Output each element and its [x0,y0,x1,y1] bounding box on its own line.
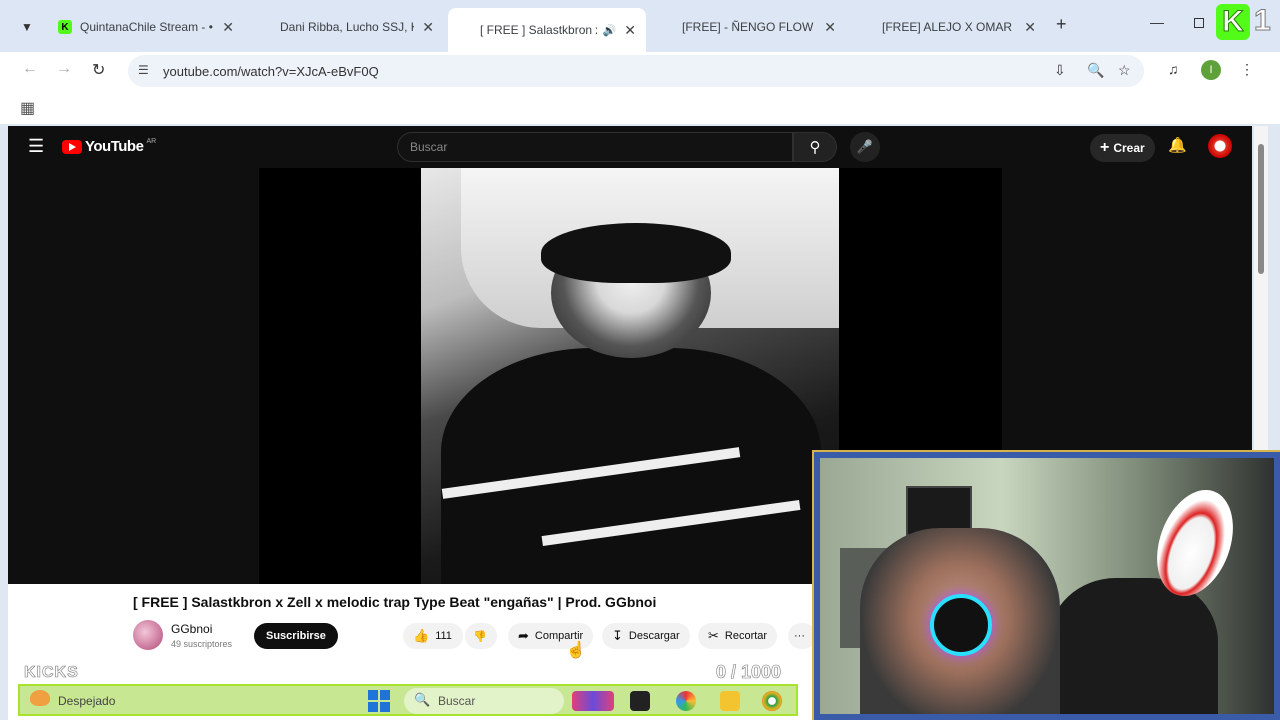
video-frame [421,168,839,584]
profile-avatar[interactable]: I [1201,60,1221,80]
reload-button[interactable]: ↻ [92,60,105,80]
close-icon[interactable]: ✕ [222,19,234,36]
file-explorer-icon[interactable] [720,691,740,711]
hamburger-menu-icon[interactable]: ☰ [28,136,44,157]
task-view-icon[interactable] [630,691,650,711]
youtube-search-input[interactable]: Buscar [397,132,793,162]
windows-taskbar: Despejado 🔍 Buscar [18,684,798,716]
bookmarks-bar: ▦ [0,88,1280,124]
tab-dani-ribba[interactable]: Dani Ribba, Lucho SSJ, Ki ✕ [248,10,444,160]
clip-label: Recortar [724,630,768,642]
search-icon: 🔍 [414,692,431,707]
thumbs-up-icon: 👍 [413,628,430,643]
new-tab-button[interactable]: + [1056,14,1067,35]
minimize-button[interactable]: — [1150,14,1164,30]
tab-strip: ▼ K QuintanaChile Stream - • ✕ Dani Ribb… [0,0,1280,163]
country-code: AR [146,138,157,145]
store-app-icon[interactable] [676,691,696,711]
tab-title: QuintanaChile Stream - • [80,20,213,34]
taskbar-search-placeholder: Buscar [438,694,476,708]
tab-title: [FREE] ALEJO X OMAR C [882,20,1017,34]
tab-search-button[interactable]: ▼ [14,14,40,40]
close-icon[interactable]: ✕ [624,22,636,39]
close-icon[interactable]: ✕ [824,19,836,36]
notifications-bell-icon[interactable]: 🔔 [1168,136,1187,154]
install-icon[interactable]: ⇩ [1054,62,1066,79]
address-bar[interactable]: ☰ youtube.com/watch?v=XJcA-eBvF0Q ⇩ 🔍 ☆ [128,55,1144,87]
dislike-button[interactable]: 👎 [465,623,497,649]
weather-icon[interactable] [30,690,50,706]
youtube-logo[interactable]: YouTube AR [62,138,156,155]
taskbar-search[interactable]: 🔍 Buscar [404,688,564,714]
mic-icon: 🎤 [856,139,874,154]
copilot-app-icon[interactable] [572,691,614,711]
kicks-goal: 0 / 1000 [716,662,782,683]
subscribe-button[interactable]: Suscribirse [254,623,338,649]
kick-logo: K [1216,4,1250,40]
tab-quintanachile[interactable]: K QuintanaChile Stream - • ✕ [48,10,244,44]
subscriber-count: 49 suscriptores [171,639,233,649]
download-button[interactable]: ↧ Descargar [602,623,690,649]
bookmark-star-icon[interactable]: ☆ [1118,62,1131,79]
speaker-icon[interactable]: 🔊 [603,24,617,37]
media-control-icon[interactable]: ♫ [1168,61,1179,77]
maximize-button[interactable] [1194,18,1204,28]
chrome-icon[interactable] [762,691,782,711]
kick-icon: K [58,20,72,34]
voice-search-button[interactable]: 🎤 [850,132,880,162]
back-button[interactable]: ← [22,60,38,78]
gaming-chair [1048,578,1218,714]
menu-icon[interactable]: ⋮ [1240,61,1254,78]
headset-icon [930,594,992,656]
search-icon: ⚲ [809,139,821,156]
more-icon: ··· [794,630,805,642]
tab-title: [ FREE ] Salastkbron x [480,23,597,37]
thumbs-down-icon: 👎 [473,630,487,643]
forward-button[interactable]: → [56,60,72,78]
windows-start-icon[interactable] [368,690,390,712]
kicks-label: KICKS [24,664,79,682]
url-text: youtube.com/watch?v=XJcA-eBvF0Q [163,64,379,79]
more-actions-button[interactable]: ··· [788,623,816,649]
download-icon: ↧ [612,628,623,643]
tab-salastkbron[interactable]: [ FREE ] Salastkbron x 🔊 ✕ [448,8,646,163]
zoom-icon[interactable]: 🔍 [1087,62,1104,79]
youtube-play-icon [62,139,82,154]
search-placeholder: Buscar [410,140,448,154]
create-label: Crear [1113,141,1145,155]
account-avatar[interactable] [1208,134,1232,158]
mouse-cursor-icon: ☝ [566,642,587,660]
tab-nengo-flow[interactable]: [FREE] - ÑENGO FLOW X ✕ [650,10,846,160]
channel-avatar[interactable] [133,620,163,650]
person-cap [541,223,731,283]
apps-grid-icon[interactable]: ▦ [20,98,35,118]
tab-title: Dani Ribba, Lucho SSJ, Ki [280,20,415,34]
download-label: Descargar [628,630,680,642]
like-count: 111 [435,630,452,642]
close-icon[interactable]: ✕ [422,19,434,36]
tab-title: [FREE] - ÑENGO FLOW X [682,20,817,34]
video-title: [ FREE ] Salastkbron x Zell x melodic tr… [133,594,657,610]
youtube-wordmark: YouTube [85,138,144,155]
kick-counter: 1 [1254,4,1272,38]
close-icon[interactable]: ✕ [1024,19,1036,36]
tab-alejo-omar[interactable]: [FREE] ALEJO X OMAR C ✕ [850,10,1046,160]
site-info-icon[interactable]: ☰ [138,63,149,77]
youtube-header: ☰ YouTube AR Buscar ⚲ 🎤 + Crear 🔔 [8,126,1252,168]
scrollbar-thumb[interactable] [1258,144,1264,274]
share-icon: ➦ [518,628,529,643]
like-button[interactable]: 👍 111 [403,623,463,649]
channel-name[interactable]: GGbnoi [171,622,212,636]
weather-text[interactable]: Despejado [58,694,115,708]
scissors-icon: ✂ [708,628,719,643]
browser-toolbar: ← → ↻ ☰ youtube.com/watch?v=XJcA-eBvF0Q … [0,52,1280,88]
create-button[interactable]: + Crear [1090,134,1155,162]
webcam-overlay [812,450,1280,720]
clip-button[interactable]: ✂ Recortar [698,623,778,649]
search-button[interactable]: ⚲ [793,132,837,162]
plus-icon: + [1100,139,1110,156]
